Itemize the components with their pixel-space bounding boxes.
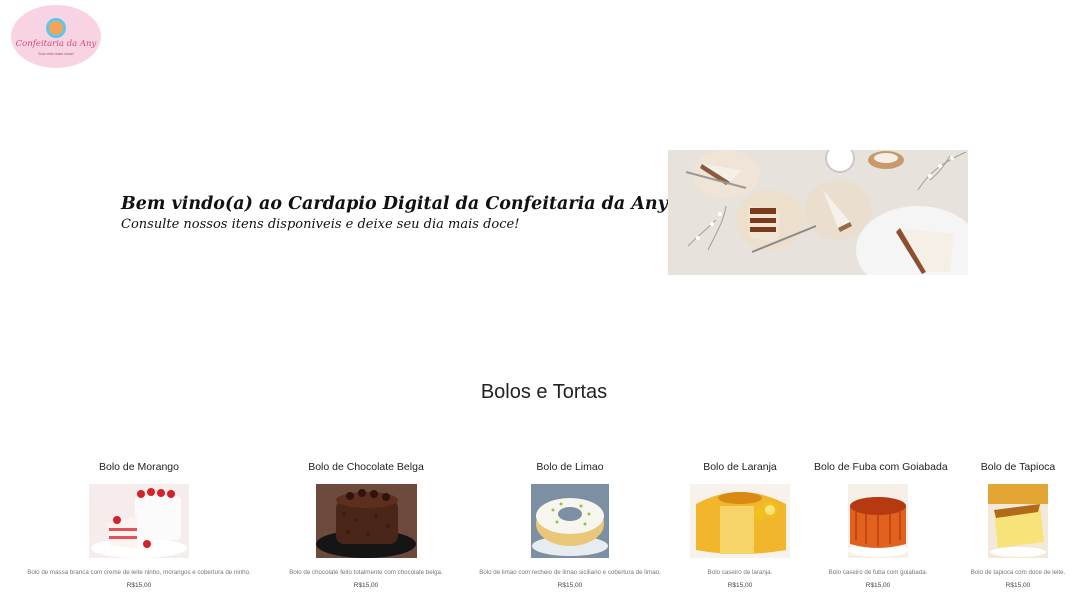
product-name: Bolo de Chocolate Belga <box>308 461 424 473</box>
logo[interactable]: Confeitaria da Any Sua vida mais doce! <box>11 5 101 68</box>
logo-name: Confeitaria da Any <box>15 38 97 49</box>
hero-title: Bem vindo(a) ao Cardapio Digital da Conf… <box>121 194 668 214</box>
product-name: Bolo de Limao <box>536 461 604 473</box>
product-card[interactable]: Bolo de Tapioca Bolo de tapioca com doce… <box>968 460 1068 589</box>
product-name: Bolo de Laranja <box>703 461 777 473</box>
product-description: Bolo de tapioca com doce de leite. <box>970 569 1066 576</box>
product-card[interactable]: Bolo de Chocolate Belga Bolo de chocolat… <box>289 460 442 589</box>
cupcake-icon <box>46 17 66 38</box>
hero-cakes-image <box>668 150 968 275</box>
product-name: Bolo de Morango <box>99 461 179 473</box>
product-price: R$15,00 <box>727 582 753 589</box>
product-price: R$15,00 <box>1005 582 1031 589</box>
hero-subtitle: Consulte nossos itens disponiveis e deix… <box>121 217 520 232</box>
product-description: Bolo caseiro de laranja. <box>707 569 773 576</box>
product-description: Bolo de massa branca com creme de leite … <box>27 569 251 576</box>
product-image <box>690 484 790 558</box>
product-name: Bolo de Fuba com Goiabada <box>814 461 948 473</box>
product-image <box>988 484 1048 558</box>
product-price: R$15,00 <box>557 582 583 589</box>
product-image <box>315 484 417 558</box>
product-image <box>531 484 609 558</box>
product-description: Bolo de chocolate feito totalmente com c… <box>289 569 443 576</box>
product-image <box>848 484 908 558</box>
product-description: Bolo de limao com recheio de limao sicil… <box>479 569 661 576</box>
product-price: R$15,00 <box>865 582 891 589</box>
product-card[interactable]: Bolo de Limao Bolo de limao com recheio … <box>479 460 661 589</box>
product-price: R$15,00 <box>126 582 152 589</box>
product-description: Bolo caseiro de fuba com goiabada. <box>828 569 928 576</box>
product-card[interactable]: Bolo de Laranja Bolo caseiro de laranja.… <box>690 460 790 589</box>
product-card[interactable]: Bolo de Morango Bolo de massa branca com… <box>27 460 251 589</box>
section-title: Bolos e Tortas <box>480 381 608 403</box>
product-card[interactable]: Bolo de Fuba com Goiabada Bolo caseiro d… <box>814 460 948 589</box>
logo-tagline: Sua vida mais doce! <box>37 50 75 56</box>
product-name: Bolo de Tapioca <box>980 461 1056 473</box>
product-price: R$15,00 <box>353 582 379 589</box>
product-image <box>89 484 189 558</box>
